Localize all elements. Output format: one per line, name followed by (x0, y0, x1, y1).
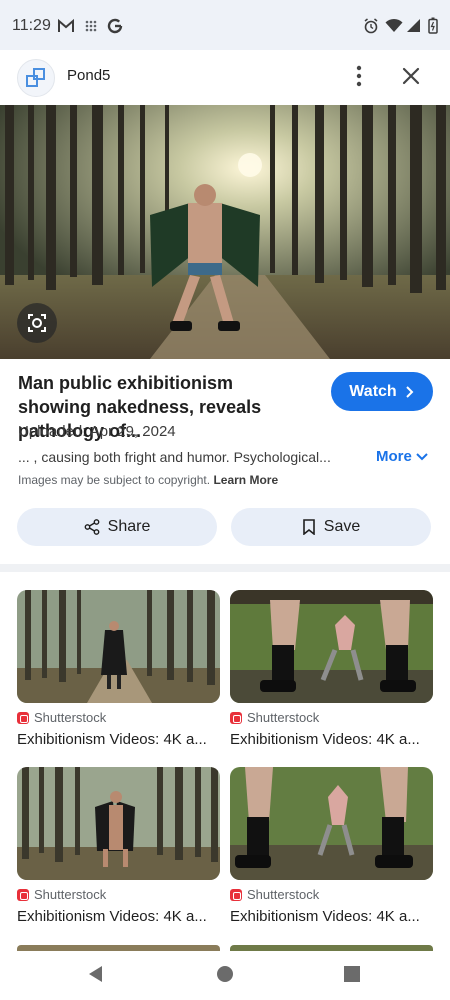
share-icon (84, 519, 100, 535)
site-name[interactable]: Pond5 (67, 67, 110, 84)
related-card[interactable]: Shutterstock Exhibitionism Videos: 4K a.… (230, 590, 433, 750)
related-title[interactable]: Exhibitionism Videos: 4K a... (230, 908, 433, 925)
result-description: ... , causing both fright and humor. Psy… (18, 449, 331, 465)
watch-label: Watch (349, 382, 397, 400)
bookmark-icon (302, 519, 315, 535)
source-name: Shutterstock (34, 710, 107, 725)
shutterstock-logo-icon (230, 711, 242, 724)
home-icon[interactable] (215, 964, 235, 984)
chevron-down-icon (416, 452, 428, 460)
source-row: Shutterstock (230, 887, 319, 902)
related-thumbnail[interactable] (230, 767, 433, 880)
shutterstock-logo-icon (17, 888, 29, 901)
google-lens-icon (28, 314, 46, 332)
battery-icon (428, 17, 438, 34)
learn-more-link[interactable]: Learn More (213, 473, 278, 487)
share-label: Share (107, 518, 151, 535)
save-button[interactable]: Save (231, 508, 431, 546)
source-name: Shutterstock (247, 710, 320, 725)
related-thumbnail[interactable] (230, 590, 433, 703)
system-nav-bar (0, 952, 450, 1000)
source-row: Shutterstock (230, 710, 319, 725)
shutterstock-logo-icon (230, 888, 242, 901)
related-thumbnail[interactable] (17, 590, 220, 703)
signal-icon (407, 19, 420, 32)
related-card[interactable]: Shutterstock Exhibitionism Videos: 4K a.… (17, 767, 220, 927)
chevron-right-icon (405, 385, 414, 398)
copyright-notice: Images may be subject to copyright. Lear… (18, 473, 278, 487)
hero-image[interactable] (0, 105, 450, 359)
related-title[interactable]: Exhibitionism Videos: 4K a... (17, 908, 220, 925)
status-bar: 11:29 (0, 0, 450, 50)
forest-scene-image (0, 105, 450, 359)
related-title[interactable]: Exhibitionism Videos: 4K a... (230, 731, 433, 748)
related-card[interactable]: Shutterstock Exhibitionism Videos: 4K a.… (17, 590, 220, 750)
more-button[interactable]: More (376, 448, 428, 465)
pond5-logo-icon[interactable] (17, 59, 55, 97)
section-divider (0, 564, 450, 572)
back-icon[interactable] (86, 964, 106, 984)
watch-button[interactable]: Watch (331, 372, 433, 411)
uploaded-date: Uploaded: Apr 29, 2024 (18, 423, 176, 440)
share-button[interactable]: Share (17, 508, 217, 546)
copyright-text: Images may be subject to copyright. (18, 473, 211, 487)
more-vert-icon[interactable] (345, 62, 373, 90)
grid-dots-icon (85, 20, 97, 32)
source-name: Shutterstock (34, 887, 107, 902)
google-g-icon (107, 18, 123, 34)
viewer-header: Pond5 (0, 50, 450, 105)
related-thumbnail-peek[interactable] (17, 945, 220, 951)
gmail-icon (58, 18, 74, 32)
save-label: Save (323, 518, 361, 535)
related-thumbnail-peek[interactable] (230, 945, 433, 951)
source-row: Shutterstock (17, 710, 106, 725)
related-card[interactable]: Shutterstock Exhibitionism Videos: 4K a.… (230, 767, 433, 927)
lens-search-button[interactable] (17, 303, 57, 343)
shutterstock-logo-icon (17, 711, 29, 724)
alarm-icon (364, 18, 378, 34)
more-label: More (376, 448, 412, 465)
wifi-icon (385, 18, 403, 32)
status-time: 11:29 (12, 17, 51, 34)
related-thumbnail[interactable] (17, 767, 220, 880)
recents-icon[interactable] (343, 965, 361, 983)
close-icon[interactable] (397, 62, 425, 90)
source-name: Shutterstock (247, 887, 320, 902)
source-row: Shutterstock (17, 887, 106, 902)
related-title[interactable]: Exhibitionism Videos: 4K a... (17, 731, 220, 748)
